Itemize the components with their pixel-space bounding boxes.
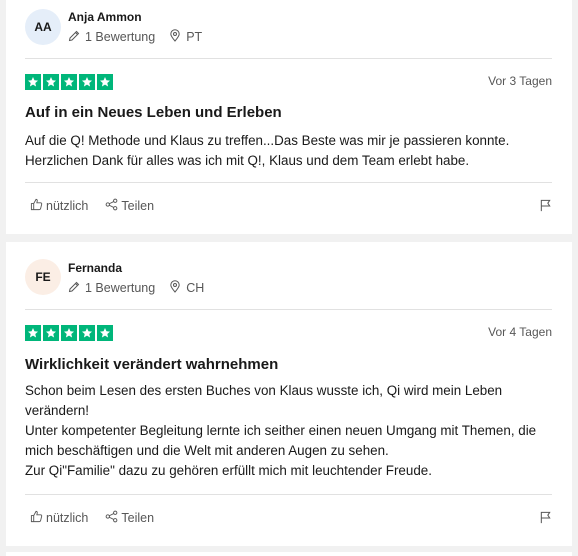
star-icon	[79, 74, 95, 90]
star-rating	[25, 325, 113, 341]
avatar[interactable]: AA	[25, 9, 61, 45]
review-title[interactable]: Wirklichkeit verändert wahrnehmen	[25, 356, 278, 373]
flag-icon	[539, 511, 552, 528]
share-label: Teilen	[121, 199, 155, 213]
review-body: Schon beim Lesen des ersten Buches von K…	[25, 381, 555, 481]
review-title[interactable]: Auf in ein Neues Leben und Erleben	[25, 104, 282, 121]
star-icon	[25, 74, 41, 90]
useful-button[interactable]: nützlich	[30, 198, 88, 214]
review-text-line: Unter kompetenter Begleitung lernte ich …	[25, 423, 537, 458]
useful-label: nützlich	[46, 199, 89, 213]
next-review-card-edge	[6, 552, 572, 556]
divider	[25, 494, 552, 495]
review-actions: nützlich Teilen	[30, 198, 154, 214]
divider	[25, 182, 552, 183]
useful-button[interactable]: nützlich	[30, 510, 88, 526]
pencil-icon	[68, 281, 85, 296]
star-icon	[97, 325, 113, 341]
review-body: Auf die Q! Methode und Klaus zu treffen.…	[25, 131, 555, 171]
share-label: Teilen	[121, 511, 155, 525]
review-date: Vor 3 Tagen	[488, 74, 552, 88]
review-text-line: Herzlichen Dank für alles was ich mit Q!…	[25, 153, 470, 168]
reviewer-meta: 1 Bewertung PT	[68, 29, 202, 45]
review-actions: nützlich Teilen	[30, 510, 154, 526]
star-icon	[43, 74, 59, 90]
share-button[interactable]: Teilen	[105, 198, 154, 214]
reviewer-meta: 1 Bewertung CH	[68, 280, 204, 296]
report-flag-button[interactable]	[539, 199, 552, 217]
star-rating	[25, 74, 113, 90]
star-icon	[25, 325, 41, 341]
star-icon	[97, 74, 113, 90]
review-date: Vor 4 Tagen	[488, 325, 552, 339]
review-card: FE Fernanda 1 Bewertung CH Vor 4 Tagen W…	[6, 242, 572, 546]
review-text-line: Auf die Q! Methode und Klaus zu treffen.…	[25, 133, 510, 148]
share-button[interactable]: Teilen	[105, 510, 154, 526]
country-code: PT	[186, 30, 203, 44]
reviewer-name[interactable]: Anja Ammon	[68, 10, 142, 24]
review-text-line: Zur Qi"Familie" dazu zu gehören erfüllt …	[25, 463, 432, 478]
star-icon	[61, 74, 77, 90]
review-text-line: Schon beim Lesen des ersten Buches von K…	[25, 383, 503, 418]
share-icon	[105, 198, 121, 214]
star-icon	[43, 325, 59, 341]
divider	[25, 309, 552, 310]
thumbs-up-icon	[30, 510, 46, 526]
review-count: 1 Bewertung	[85, 281, 156, 295]
divider	[25, 58, 552, 59]
pencil-icon	[68, 30, 85, 45]
thumbs-up-icon	[30, 198, 46, 214]
location-pin-icon	[169, 29, 186, 45]
star-icon	[61, 325, 77, 341]
location-pin-icon	[169, 280, 186, 296]
flag-icon	[539, 199, 552, 216]
avatar[interactable]: FE	[25, 259, 61, 295]
country-code: CH	[186, 281, 205, 295]
review-card: AA Anja Ammon 1 Bewertung PT Vor 3 Tagen…	[6, 0, 572, 234]
star-icon	[79, 325, 95, 341]
share-icon	[105, 510, 121, 526]
review-count: 1 Bewertung	[85, 30, 156, 44]
report-flag-button[interactable]	[539, 511, 552, 529]
reviewer-name[interactable]: Fernanda	[68, 261, 122, 275]
useful-label: nützlich	[46, 511, 89, 525]
